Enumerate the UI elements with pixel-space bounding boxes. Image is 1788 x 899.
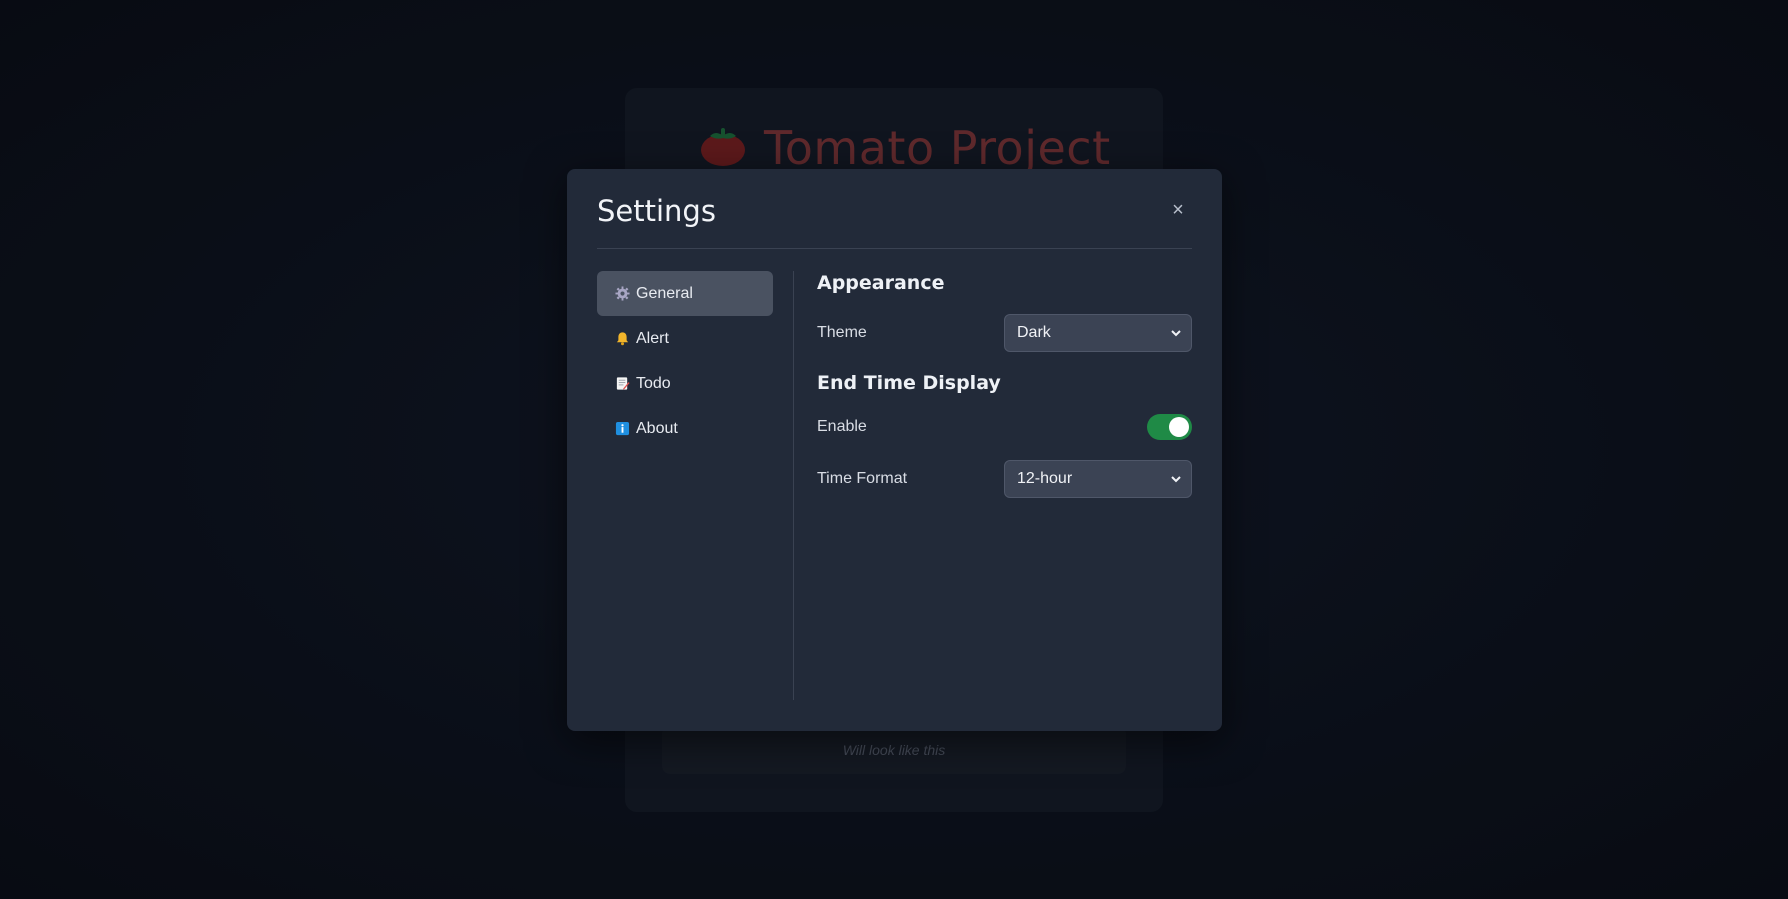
sidebar-item-alert[interactable]: Alert: [597, 316, 773, 361]
bell-icon: [614, 331, 630, 347]
info-icon: [614, 421, 630, 437]
enable-toggle[interactable]: [1147, 414, 1192, 440]
theme-row: Theme Dark: [817, 314, 1192, 352]
gear-icon: [614, 286, 630, 302]
theme-select-value: Dark: [1017, 324, 1051, 341]
close-icon: ×: [1172, 199, 1184, 221]
chevron-down-icon: [1171, 324, 1181, 342]
vertical-divider: [793, 271, 794, 700]
toggle-knob: [1169, 417, 1189, 437]
sidebar-item-general[interactable]: General: [597, 271, 773, 316]
close-button[interactable]: ×: [1166, 199, 1190, 223]
time-format-label: Time Format: [817, 470, 908, 487]
theme-label: Theme: [817, 324, 867, 341]
chevron-down-icon: [1171, 470, 1181, 488]
sidebar-item-label: About: [636, 419, 678, 437]
memo-icon: [614, 376, 630, 392]
modal-header: Settings ×: [597, 169, 1192, 249]
settings-content: Appearance Theme Dark End Time Display E…: [817, 271, 1192, 498]
section-title-appearance: Appearance: [817, 272, 945, 294]
sidebar-item-about[interactable]: About: [597, 406, 773, 451]
enable-label: Enable: [817, 418, 867, 435]
sidebar-item-label: Todo: [636, 374, 671, 392]
time-format-select-value: 12-hour: [1017, 470, 1073, 487]
enable-row: Enable: [817, 414, 1192, 440]
settings-sidebar: General Alert Todo About: [597, 271, 773, 451]
time-format-row: Time Format 12-hour: [817, 460, 1192, 498]
settings-modal: Settings × General Alert Todo About Appe…: [567, 169, 1222, 731]
time-format-select[interactable]: 12-hour: [1004, 460, 1192, 498]
modal-title: Settings: [597, 193, 716, 228]
sidebar-item-label: Alert: [636, 329, 669, 347]
section-title-end-time-display: End Time Display: [817, 372, 1001, 394]
sidebar-item-todo[interactable]: Todo: [597, 361, 773, 406]
theme-select[interactable]: Dark: [1004, 314, 1192, 352]
sidebar-item-label: General: [636, 284, 693, 302]
